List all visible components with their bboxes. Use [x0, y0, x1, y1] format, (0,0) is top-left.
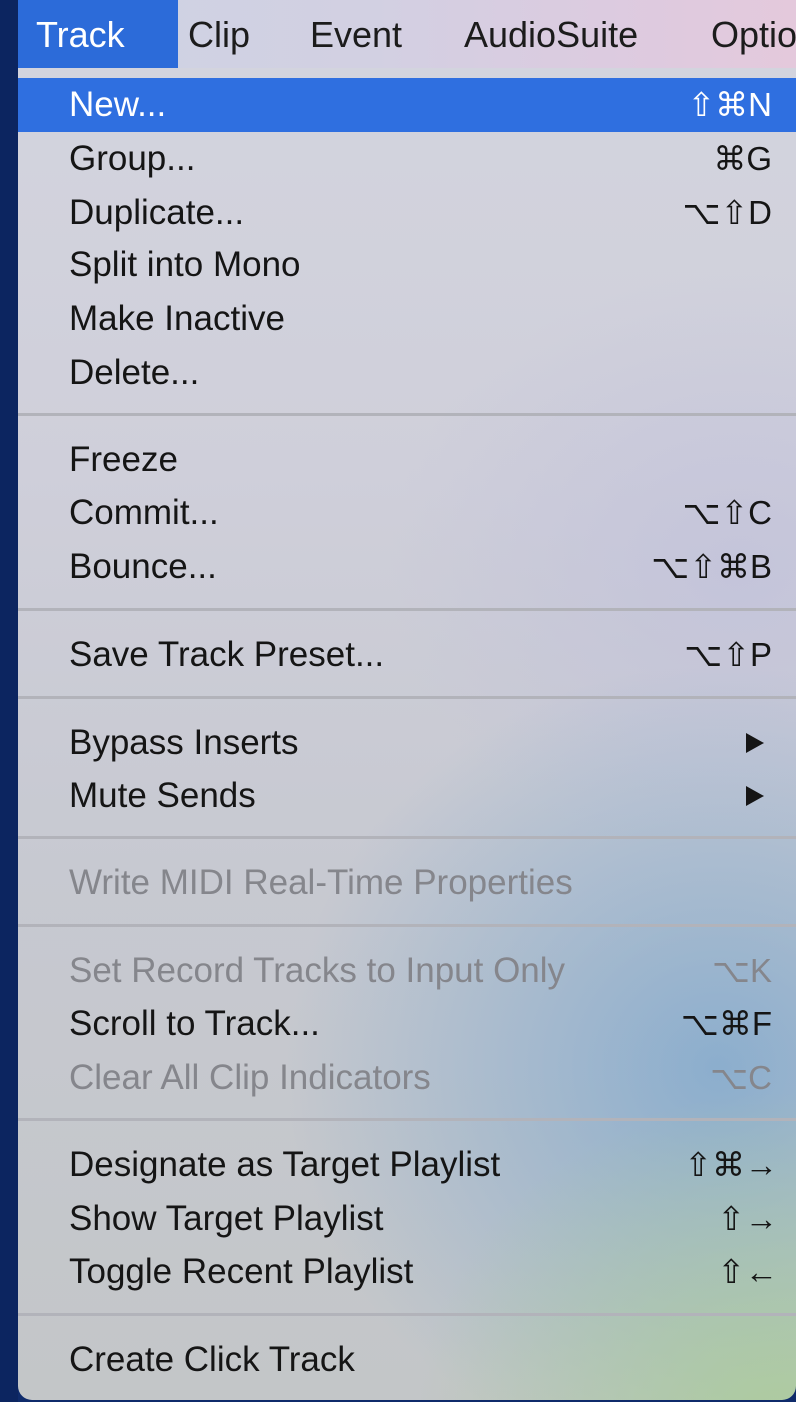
menubar-item-event[interactable]: Event — [310, 0, 402, 68]
menu-item-mute-sends[interactable]: Mute Sends — [18, 769, 796, 823]
menu-item-split-into-mono[interactable]: Split into Mono — [18, 238, 796, 292]
menu-item-shortcut: ⌥⇧⌘B — [651, 548, 772, 585]
menu-item-write-midi-real-time-properties: Write MIDI Real-Time Properties — [18, 856, 796, 910]
menu-item-set-record-tracks-to-input-only: Set Record Tracks to Input Only ⌥K — [18, 944, 796, 998]
menu-separator — [18, 1313, 796, 1316]
menu-item-shortcut: ⇧⌘→ — [684, 1146, 778, 1183]
menu-item-shortcut: ⌥⌘F — [680, 1005, 772, 1042]
menubar-item-clip[interactable]: Clip — [188, 0, 250, 68]
menubar-item-track[interactable]: Track — [18, 0, 178, 68]
menu-item-label: Freeze — [69, 440, 178, 479]
menu-item-shortcut: ⌥K — [711, 952, 772, 989]
menu-separator — [18, 413, 796, 416]
menu-item-shortcut: ⌥⇧D — [682, 194, 772, 231]
menu-item-label: Group... — [69, 139, 196, 178]
menu-item-freeze[interactable]: Freeze — [18, 433, 796, 487]
menu-item-label: Create Click Track — [69, 1340, 355, 1379]
menu-item-group[interactable]: Group... ⌘G — [18, 132, 796, 186]
menubar-item-audiosuite[interactable]: AudioSuite — [464, 0, 638, 68]
menu-separator — [18, 924, 796, 927]
menu-item-designate-as-target-playlist[interactable]: Designate as Target Playlist ⇧⌘→ — [18, 1138, 796, 1192]
menu-item-label: Set Record Tracks to Input Only — [69, 951, 566, 990]
menu-item-shortcut: ⇧← — [717, 1253, 778, 1290]
menu-item-clear-all-clip-indicators: Clear All Clip Indicators ⌥C — [18, 1051, 796, 1105]
menu-item-show-target-playlist[interactable]: Show Target Playlist ⇧→ — [18, 1192, 796, 1246]
menu-item-create-click-track[interactable]: Create Click Track — [18, 1333, 796, 1387]
menu-item-make-inactive[interactable]: Make Inactive — [18, 292, 796, 346]
menu-item-label: Commit... — [69, 493, 219, 532]
menu-item-label: Show Target Playlist — [69, 1199, 384, 1238]
menu-item-label: Bypass Inserts — [69, 723, 299, 762]
menu-item-toggle-recent-playlist[interactable]: Toggle Recent Playlist ⇧← — [18, 1245, 796, 1299]
menu-item-label: Delete... — [69, 353, 200, 392]
menu-item-new[interactable]: New... ⇧⌘N — [18, 78, 796, 132]
menu-item-commit[interactable]: Commit... ⌥⇧C — [18, 486, 796, 540]
menu-item-delete[interactable]: Delete... — [18, 346, 796, 400]
menu-item-label: Duplicate... — [69, 193, 245, 232]
menu-bar: Track Clip Event AudioSuite Optio — [18, 0, 796, 68]
menu-separator — [18, 836, 796, 839]
menu-item-bounce[interactable]: Bounce... ⌥⇧⌘B — [18, 540, 796, 594]
menu-item-label: Save Track Preset... — [69, 635, 385, 674]
menubar-item-options[interactable]: Optio — [711, 0, 796, 68]
desktop-edge — [0, 0, 18, 1402]
track-menu-dropdown: New... ⇧⌘N Group... ⌘G Duplicate... ⌥⇧D … — [18, 68, 796, 1400]
submenu-arrow-icon — [746, 733, 764, 753]
menu-item-label: Make Inactive — [69, 299, 285, 338]
submenu-arrow-icon — [746, 786, 764, 806]
menu-item-label: Write MIDI Real-Time Properties — [69, 863, 573, 902]
menu-item-label: Bounce... — [69, 547, 217, 586]
menu-item-label: Toggle Recent Playlist — [69, 1252, 414, 1291]
menu-item-shortcut: ⌥C — [710, 1059, 772, 1096]
menu-item-label: Designate as Target Playlist — [69, 1145, 501, 1184]
menu-item-shortcut: ⌥⇧P — [684, 636, 772, 673]
menu-item-label: New... — [69, 85, 167, 124]
menu-item-bypass-inserts[interactable]: Bypass Inserts — [18, 716, 796, 770]
menu-separator — [18, 1118, 796, 1121]
screen: Track Clip Event AudioSuite Optio New...… — [0, 0, 796, 1402]
menu-item-scroll-to-track[interactable]: Scroll to Track... ⌥⌘F — [18, 997, 796, 1051]
menu-separator — [18, 608, 796, 611]
menu-item-label: Split into Mono — [69, 245, 301, 284]
menu-item-shortcut: ⌘G — [713, 140, 772, 177]
menu-item-shortcut: ⌥⇧C — [682, 494, 772, 531]
menu-item-shortcut: ⇧→ — [717, 1200, 778, 1237]
menu-item-label: Scroll to Track... — [69, 1004, 320, 1043]
menu-item-label: Clear All Clip Indicators — [69, 1058, 431, 1097]
menu-separator — [18, 696, 796, 699]
menu-item-label: Mute Sends — [69, 776, 256, 815]
menu-item-shortcut: ⇧⌘N — [687, 86, 772, 123]
menu-item-duplicate[interactable]: Duplicate... ⌥⇧D — [18, 186, 796, 240]
menu-item-save-track-preset[interactable]: Save Track Preset... ⌥⇧P — [18, 628, 796, 682]
